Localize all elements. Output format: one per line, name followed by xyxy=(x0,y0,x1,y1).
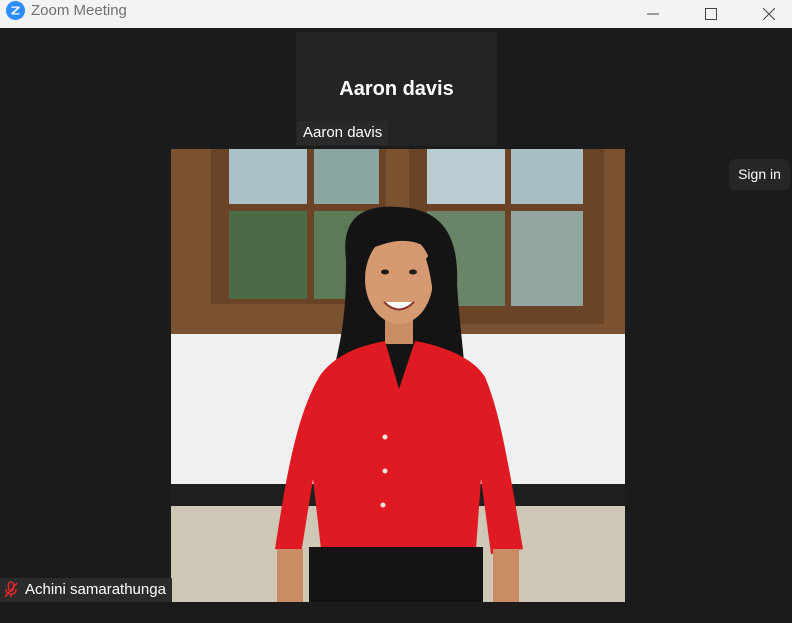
participant-name: Achini samarathunga xyxy=(25,581,166,598)
close-icon xyxy=(763,8,775,20)
speaker-display-name: Aaron davis xyxy=(339,78,454,100)
zoom-logo-icon xyxy=(6,1,25,20)
maximize-icon xyxy=(705,8,717,20)
participant-video-image xyxy=(171,149,625,602)
participant-video[interactable] xyxy=(171,149,625,602)
speaker-name-tag: Aaron davis xyxy=(297,121,389,145)
mic-muted-icon xyxy=(3,581,19,599)
close-button[interactable] xyxy=(746,0,792,28)
minimize-button[interactable] xyxy=(630,0,676,28)
minimize-icon xyxy=(647,13,659,15)
window-title: Zoom Meeting xyxy=(31,2,127,19)
participant-name-tag: Achini samarathunga xyxy=(0,578,172,602)
window-titlebar: Zoom Meeting xyxy=(0,0,792,28)
maximize-button[interactable] xyxy=(688,0,734,28)
sign-in-button[interactable]: Sign in xyxy=(729,159,790,190)
